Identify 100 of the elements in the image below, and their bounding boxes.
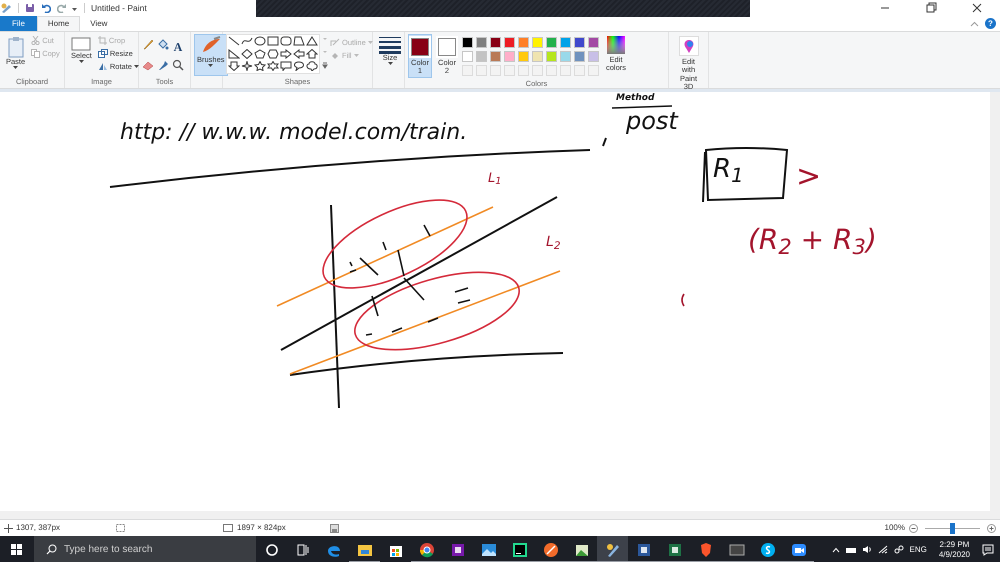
cursor-position: 1307, 387px <box>16 522 60 534</box>
shape-icon[interactable] <box>241 61 253 72</box>
color-swatch[interactable] <box>462 37 473 48</box>
clock-date: 4/9/2020 <box>938 550 970 560</box>
shape-icon[interactable] <box>267 36 279 46</box>
shape-icon[interactable] <box>280 61 292 72</box>
clock[interactable]: 2:29 PM 4/9/2020 <box>938 540 970 560</box>
color-swatch[interactable] <box>560 37 571 48</box>
spreadsheet-icon <box>666 542 682 558</box>
resize-icon <box>98 49 108 58</box>
volume-icon[interactable] <box>862 545 872 554</box>
notifications-icon[interactable] <box>982 544 994 556</box>
empty-swatch[interactable] <box>560 65 571 76</box>
magnifier-icon[interactable] <box>172 58 184 70</box>
caret-icon <box>368 41 373 44</box>
file-size-icon <box>330 524 339 532</box>
file-menu-button[interactable]: File <box>0 16 37 31</box>
empty-swatch[interactable] <box>574 65 585 76</box>
empty-swatch[interactable] <box>504 65 515 76</box>
circle-icon <box>264 542 280 558</box>
pen-mark <box>681 294 685 306</box>
color-swatch[interactable] <box>504 37 515 48</box>
empty-swatch[interactable] <box>588 65 599 76</box>
color-swatch[interactable] <box>546 37 557 48</box>
empty-swatch[interactable] <box>490 65 501 76</box>
color-swatch[interactable] <box>532 37 543 48</box>
empty-swatch[interactable] <box>518 65 529 76</box>
shape-icon[interactable] <box>241 36 253 46</box>
shape-icon[interactable] <box>228 48 240 59</box>
document-icon <box>636 542 652 558</box>
vertical-scrollbar[interactable] <box>990 92 1000 511</box>
network-icon[interactable] <box>878 545 888 554</box>
battery-icon[interactable] <box>846 546 856 554</box>
empty-swatch[interactable] <box>532 65 543 76</box>
shape-icon[interactable] <box>293 48 305 59</box>
color-swatch[interactable] <box>588 51 599 62</box>
caret-icon <box>208 64 214 68</box>
fill-icon <box>330 51 340 60</box>
color-swatch[interactable] <box>518 37 529 48</box>
caret-icon <box>78 60 84 64</box>
color-swatch[interactable] <box>518 51 529 62</box>
collapse-ribbon-icon[interactable] <box>970 20 979 26</box>
ribbon-tab[interactable]: View <box>80 16 118 31</box>
color-swatch[interactable] <box>490 51 501 62</box>
horizontal-scrollbar[interactable] <box>0 511 1000 519</box>
shape-icon[interactable] <box>241 48 253 59</box>
color-swatch[interactable] <box>504 51 515 62</box>
color-swatch[interactable] <box>462 51 473 62</box>
color-swatch[interactable] <box>560 51 571 62</box>
notebook-icon <box>450 542 466 558</box>
color-picker-icon[interactable] <box>157 58 169 70</box>
shape-icon[interactable] <box>293 61 305 72</box>
undo-icon[interactable] <box>41 3 51 13</box>
help-button[interactable]: ? <box>985 18 996 29</box>
shape-icon[interactable] <box>228 36 240 46</box>
shape-icon[interactable] <box>228 61 240 72</box>
bucket-icon[interactable] <box>157 38 169 50</box>
ribbon-tab[interactable]: Home <box>36 16 80 31</box>
link-icon[interactable] <box>894 545 904 554</box>
search-field[interactable]: Type here to search <box>34 536 256 562</box>
color-swatch[interactable] <box>574 37 585 48</box>
color-swatch[interactable] <box>546 51 557 62</box>
fraction-line <box>612 105 672 109</box>
shape-icon[interactable] <box>267 48 279 59</box>
shape-icon[interactable] <box>254 48 266 59</box>
empty-swatch[interactable] <box>462 65 473 76</box>
taskbar-button[interactable] <box>597 536 628 562</box>
spectrum-icon <box>607 36 625 54</box>
pencil-icon[interactable] <box>142 38 154 50</box>
shape-icon[interactable] <box>306 61 318 72</box>
zoom-in-button[interactable] <box>987 524 996 532</box>
slider-thumb[interactable] <box>950 522 955 534</box>
shape-icon[interactable] <box>306 48 318 59</box>
search-icon <box>46 544 57 555</box>
tray-expand-icon[interactable] <box>832 546 840 552</box>
shape-icon[interactable] <box>280 48 292 59</box>
color-swatch[interactable] <box>532 51 543 62</box>
color-swatch[interactable] <box>476 37 487 48</box>
empty-swatch[interactable] <box>476 65 487 76</box>
shape-icon[interactable] <box>254 61 266 72</box>
shape-icon[interactable] <box>254 36 266 46</box>
shape-icon[interactable] <box>280 36 292 46</box>
browser-icon <box>418 542 434 558</box>
drawing-canvas[interactable]: http: // w.w.w. model.com/train. Method post L$_{1}$ L$_{2}$ R$_{1}$ > (R$_{2}$ + R$_{3}$) <box>0 92 990 511</box>
color-swatch[interactable] <box>574 51 585 62</box>
sum-expression: (R$_{2}$ + R$_{3}$) <box>748 226 877 254</box>
save-icon[interactable] <box>25 3 35 13</box>
paint-app-icon[interactable] <box>0 2 12 14</box>
shape-icon[interactable] <box>293 36 305 46</box>
color-swatch[interactable] <box>588 37 599 48</box>
text-tool-button[interactable]: A <box>172 38 184 56</box>
input-language[interactable]: ENG <box>910 544 927 556</box>
shape-icon[interactable] <box>306 36 318 46</box>
color-swatch[interactable] <box>476 51 487 62</box>
color-swatch[interactable] <box>490 37 501 48</box>
selection-size-icon <box>116 524 126 532</box>
clock-time: 2:29 PM <box>940 540 970 550</box>
zoom-out-button[interactable] <box>909 524 918 532</box>
empty-swatch[interactable] <box>546 65 557 76</box>
shape-icon[interactable] <box>267 61 279 72</box>
